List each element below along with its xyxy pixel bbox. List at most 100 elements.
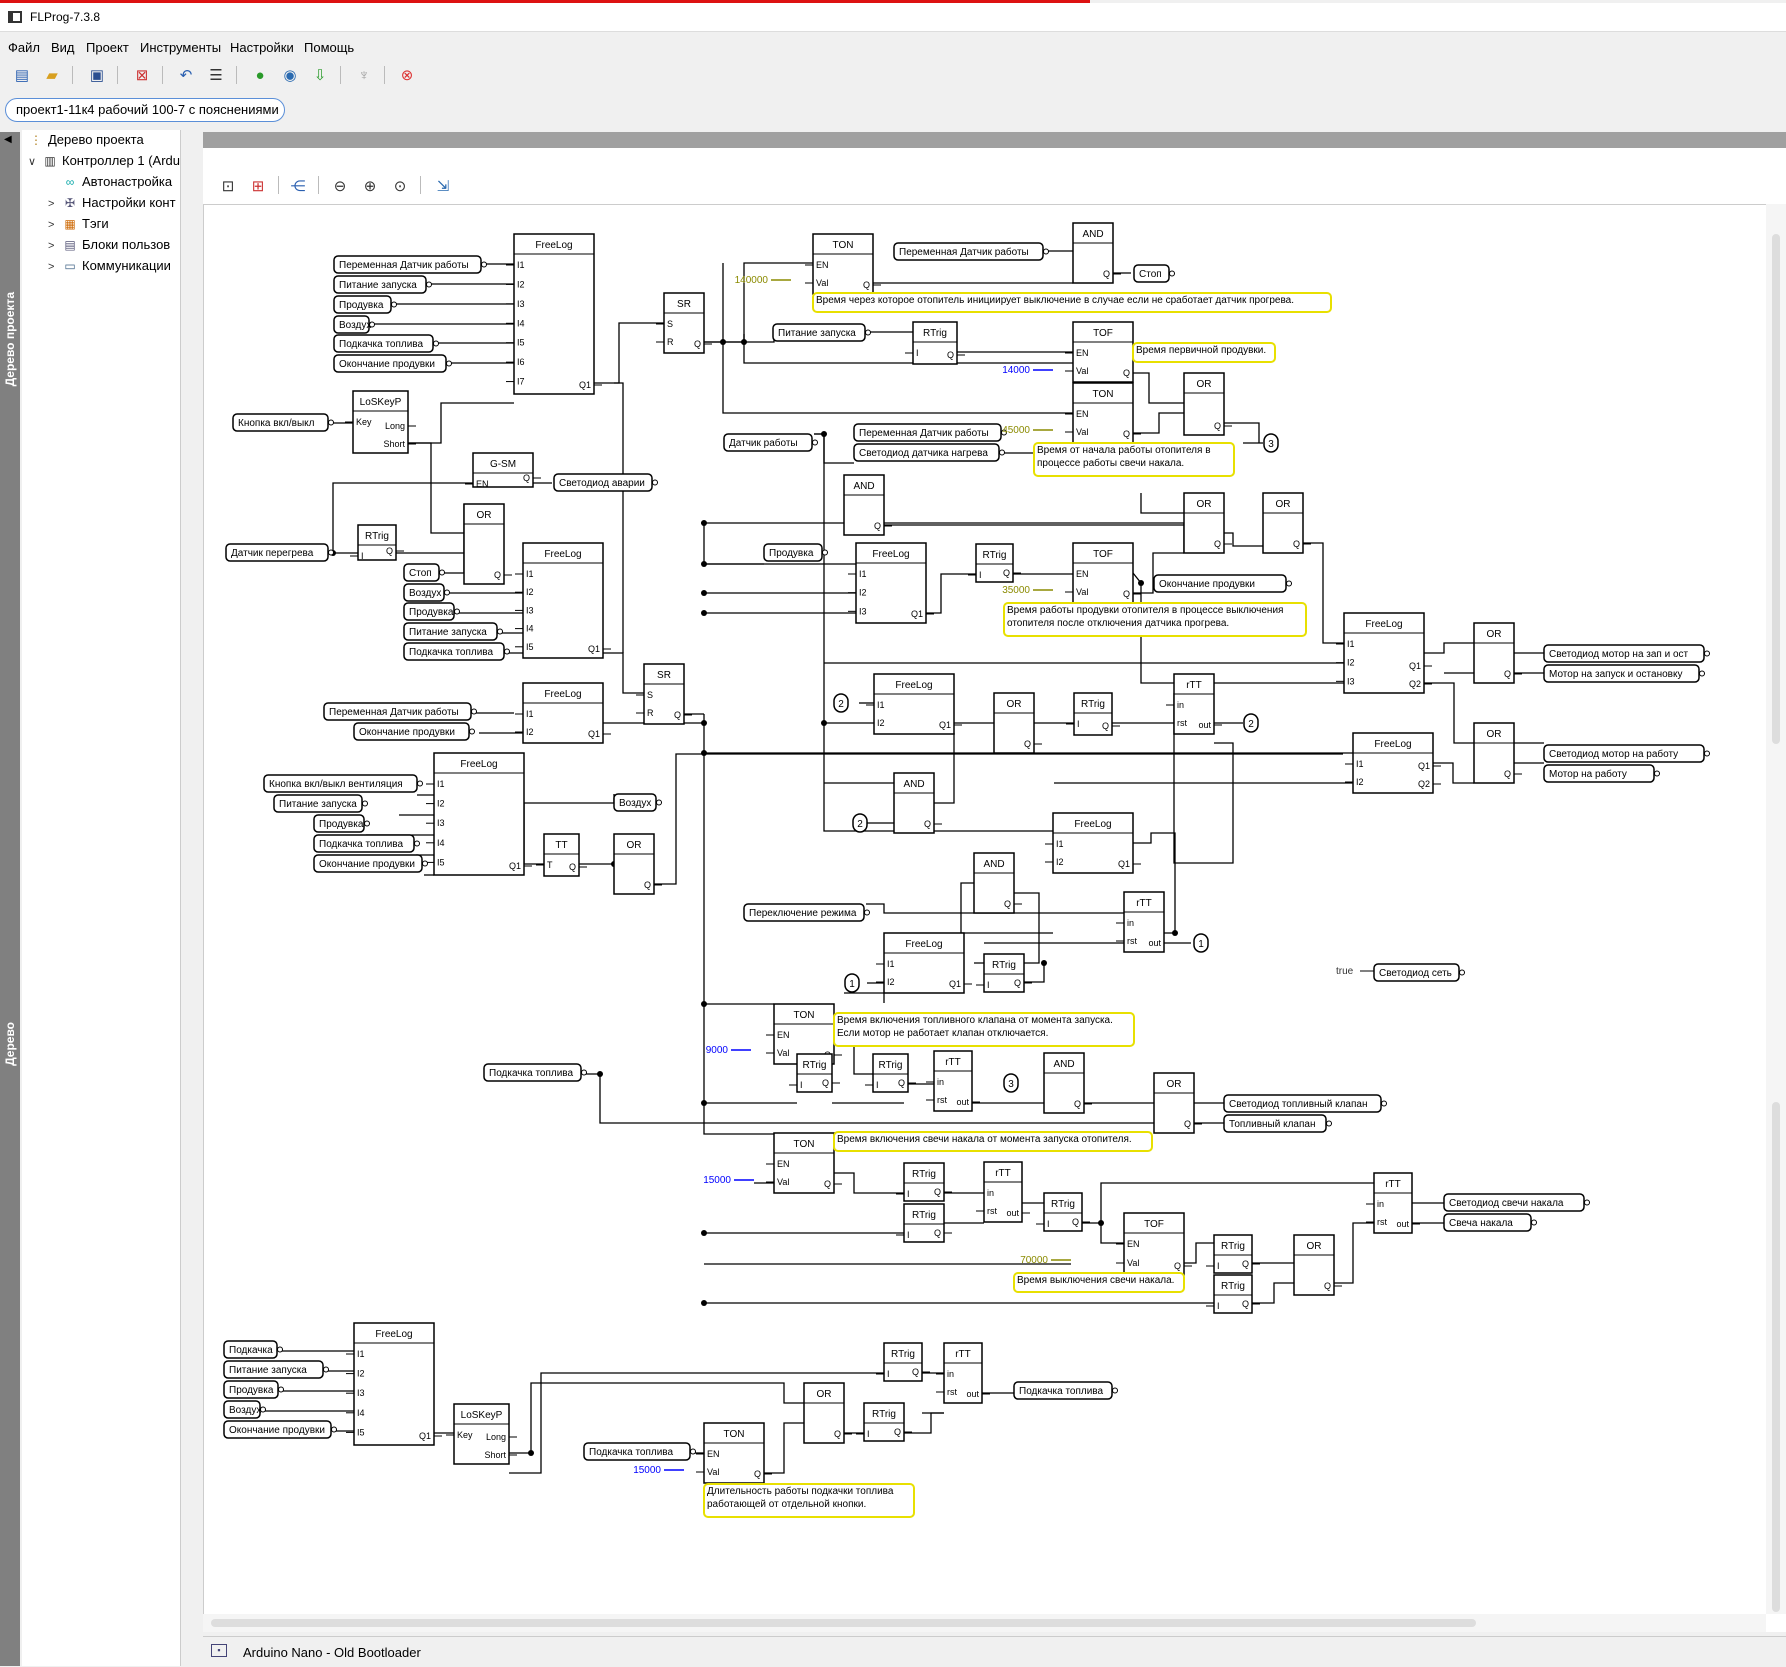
connector-marker[interactable]: 2: [833, 693, 849, 713]
block-sr[interactable]: SR SR Q: [656, 292, 712, 354]
chevron-right-icon[interactable]: >: [48, 240, 62, 252]
block-rtt[interactable]: rTTinrst out: [1366, 1172, 1420, 1234]
stop-icon[interactable]: ⊗: [397, 65, 417, 85]
tree-item-controller[interactable]: ∨ ▥ Контроллер 1 (Ardu: [28, 153, 180, 168]
block-rtrig[interactable]: RTrigI Q: [976, 953, 1032, 993]
block-rtrig[interactable]: RTrigI Q: [1206, 1274, 1260, 1314]
connector-marker[interactable]: 2: [852, 813, 868, 833]
zoom-out-icon[interactable]: ⊖: [330, 176, 350, 196]
block-rtrig[interactable]: RTrigI Q: [968, 543, 1021, 583]
tag-variable[interactable]: Подкачка топлива: [583, 1442, 696, 1461]
block-freelog[interactable]: FreeLog I1 I2 Q1: [515, 682, 611, 744]
tag-variable[interactable]: Переключение режима: [743, 903, 870, 922]
block-rtrig[interactable]: RTrigI Q: [896, 1203, 952, 1243]
block-or[interactable]: OR Q: [1293, 1234, 1342, 1296]
constant-value[interactable]: 9000: [706, 1045, 729, 1056]
connector-marker[interactable]: 1: [844, 973, 860, 993]
connector-marker[interactable]: 1: [1193, 933, 1209, 953]
tag-variable[interactable]: Датчик перегрева: [225, 543, 334, 562]
block-freelog[interactable]: FreeLog I1 I2 Q1: [866, 673, 962, 735]
comment-note[interactable]: Время включения топливного клапана от мо…: [833, 1012, 1135, 1047]
tag-variable[interactable]: Переменная Датчик работы: [853, 423, 1007, 442]
chevron-right-icon[interactable]: >: [48, 198, 62, 210]
tag-variable[interactable]: Мотор на запуск и остановку: [1543, 664, 1705, 683]
project-tab[interactable]: проект1-11к4 рабочий 100-7 с пояснениями: [5, 98, 285, 122]
tag-variable[interactable]: Переменная Датчик работы: [333, 255, 487, 274]
block-and[interactable]: AND Q: [843, 474, 892, 536]
block-rtt[interactable]: rTTinrst out: [926, 1050, 980, 1112]
tag-variable[interactable]: Мотор на работу: [1543, 764, 1660, 783]
tag-variable[interactable]: Воздух: [613, 793, 662, 812]
tag-variable[interactable]: Светодиод аварии: [553, 473, 658, 492]
tag-variable[interactable]: Подкачка топлива: [483, 1063, 587, 1082]
block-tof[interactable]: TOF EN Val Q: [1065, 542, 1141, 604]
list-icon[interactable]: ☰: [206, 65, 226, 85]
menu-help[interactable]: Помощь: [304, 40, 354, 55]
block-or[interactable]: OR Q: [1473, 722, 1522, 784]
diagram-canvas[interactable]: FreeLog I1 I2 I3 I4 I5 I6 I7 Q1 SR S R Q TON EN Val Q AND…: [203, 204, 1767, 1615]
tag-variable[interactable]: Кнопка вкл/выкл вентиляция: [263, 774, 423, 793]
block-freelog[interactable]: FreeLog I1 I2 Q1 Q2: [1345, 732, 1441, 794]
connector-marker[interactable]: 2: [1243, 713, 1259, 733]
tag-variable[interactable]: Светодиод сеть: [1373, 963, 1465, 982]
block-sr[interactable]: SR SR Q: [636, 663, 692, 725]
side-tab-tree[interactable]: Дерево проекта: [3, 292, 17, 386]
block-freelog[interactable]: FreeLog I1 I2 I3 Q1 Q2: [1336, 612, 1432, 694]
tag-variable[interactable]: Светодиод топливный клапан: [1223, 1094, 1387, 1113]
menu-tools[interactable]: Инструменты: [140, 40, 221, 55]
tag-variable[interactable]: Датчик работы: [723, 433, 818, 452]
tag-variable[interactable]: Стоп: [403, 563, 445, 582]
tag-variable[interactable]: Свеча накала: [1443, 1213, 1537, 1232]
block-freelog[interactable]: FreeLog I1 I2 I3 I4 I5 I6 I7 Q1: [506, 233, 602, 395]
tag-variable[interactable]: Переменная Датчик работы: [323, 702, 477, 721]
tag-variable[interactable]: Стоп: [1133, 264, 1175, 283]
tag-variable[interactable]: Воздух: [223, 1400, 266, 1419]
tag-variable[interactable]: Продувка: [333, 295, 397, 314]
structure-icon[interactable]: ⋲: [288, 176, 308, 196]
horizontal-scrollbar[interactable]: [203, 1614, 1766, 1632]
tag-variable[interactable]: Подкачка топлива: [1013, 1381, 1118, 1400]
fbd-diagram[interactable]: FreeLogI1I2I3I4I5I6I7 Q1 SRSR Q TONENVal Q AND…: [204, 205, 1767, 1615]
block-or[interactable]: OR Q: [1183, 492, 1232, 554]
comment-note[interactable]: Время выключения свечи накала.: [1013, 1272, 1185, 1293]
scroll-thumb[interactable]: [1772, 234, 1780, 744]
block-rtrig[interactable]: RTrigI Q: [905, 321, 965, 365]
tag-variable[interactable]: Окончание продувки: [223, 1420, 337, 1439]
tag-variable[interactable]: Окончание продувки: [353, 722, 475, 741]
verify-icon[interactable]: ●: [250, 65, 270, 85]
tag-variable[interactable]: Окончание продувки: [333, 354, 452, 373]
block-ton[interactable]: TON EN Val Q: [805, 233, 881, 295]
block-rtrig[interactable]: RTrigI Q: [856, 1402, 912, 1442]
block-rtt[interactable]: rTTinrst out: [1116, 891, 1172, 953]
tree-root[interactable]: ⋮ Дерево проекта: [28, 132, 144, 147]
tag-variable[interactable]: Светодиод мотор на зап и ост: [1543, 644, 1710, 663]
zoom-reset-icon[interactable]: ⊙: [390, 176, 410, 196]
tag-variable[interactable]: Подкачка топлива: [333, 334, 439, 353]
comment-note[interactable]: Время работы продувки отопителя в процес…: [1003, 602, 1307, 637]
block-tt[interactable]: TTT Q: [536, 833, 587, 877]
tag-variable[interactable]: Питание запуска: [223, 1360, 329, 1379]
upload-icon[interactable]: ⇩: [310, 65, 330, 85]
tag-variable[interactable]: Подкачка топлива: [403, 642, 510, 661]
preview-icon[interactable]: ◉: [280, 65, 300, 85]
new-project-icon[interactable]: ▤: [12, 65, 32, 85]
tree-item-user-blocks[interactable]: > ▤ Блоки пользов: [48, 237, 170, 252]
block-freelog[interactable]: FreeLog I1 I2 I3 Q1: [848, 542, 934, 624]
scroll-thumb[interactable]: [1772, 1102, 1780, 1612]
delete-board-icon[interactable]: ⊞: [248, 176, 268, 196]
tag-variable[interactable]: Воздух: [333, 315, 375, 334]
block-rtrig[interactable]: RTrigI Q: [1206, 1234, 1260, 1274]
comment-note[interactable]: Длительность работы подкачки топлива раб…: [703, 1483, 915, 1518]
block-ton[interactable]: TON EN Val Q: [1065, 382, 1141, 444]
constant-value[interactable]: 45000: [1002, 425, 1030, 436]
constant-value[interactable]: 15000: [633, 1465, 661, 1476]
tree-item-autosetup[interactable]: ∞ Автонастройка: [62, 174, 172, 189]
fit-view-icon[interactable]: ⇲: [433, 176, 453, 196]
pane-splitter[interactable]: [180, 130, 203, 1666]
tag-variable[interactable]: Воздух: [403, 583, 450, 602]
block-or[interactable]: OR Q: [1183, 372, 1232, 436]
comment-note[interactable]: Время через которое отопитель инициирует…: [812, 292, 1332, 313]
block-rtt[interactable]: rTTinrst out: [936, 1342, 990, 1404]
block-or[interactable]: OR Q: [613, 833, 662, 895]
block-rtrig[interactable]: RTrigI Q: [896, 1162, 952, 1202]
